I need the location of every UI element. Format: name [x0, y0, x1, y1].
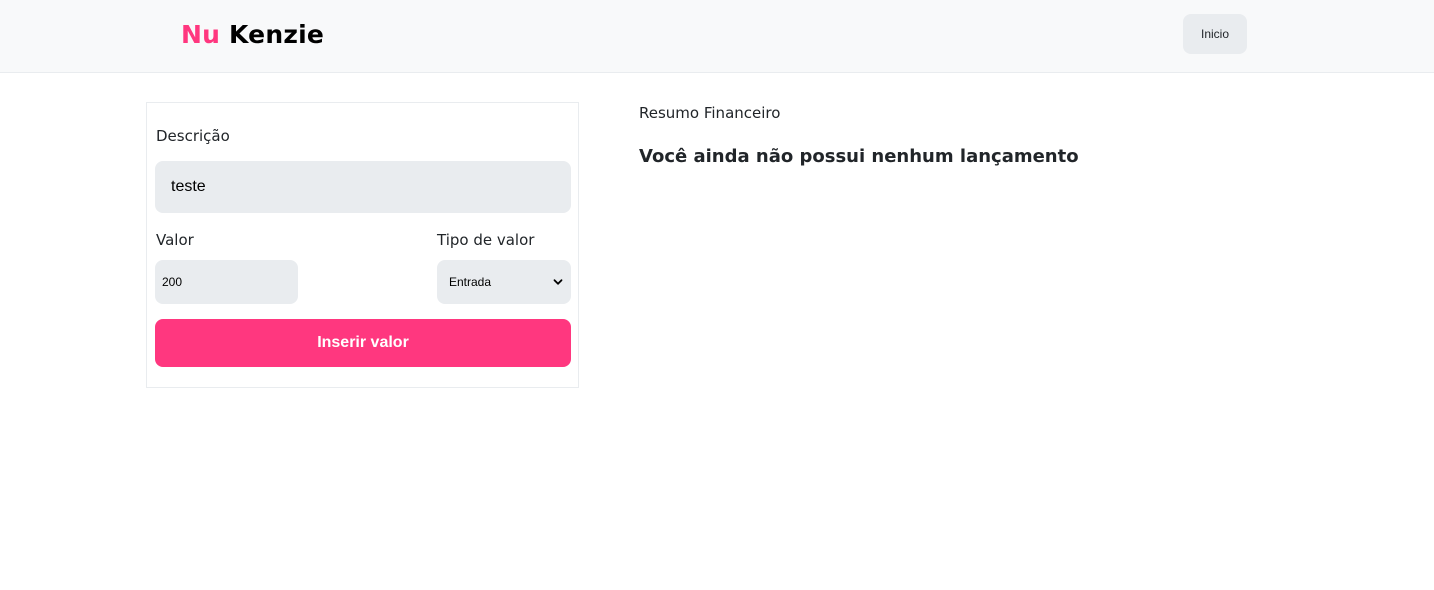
insert-value-button[interactable]: Inserir valor — [155, 319, 571, 367]
logo-kenzie: Kenzie — [229, 20, 324, 49]
empty-transactions-message: Você ainda não possui nenhum lançamento — [639, 146, 1079, 167]
value-input[interactable]: 200 — [155, 260, 298, 304]
top-navbar: Nu Kenzie Inicio — [0, 0, 1434, 73]
brand-logo: Nu Kenzie — [181, 20, 324, 49]
summary-title: Resumo Financeiro — [639, 104, 781, 122]
value-type-select[interactable]: Entrada — [437, 260, 571, 304]
entry-form: Descrição teste Valor Tipo de valor 200 … — [146, 102, 579, 388]
value-type-label: Tipo de valor — [437, 231, 535, 249]
logo-nu: Nu — [181, 20, 221, 49]
description-input[interactable]: teste — [155, 161, 571, 213]
value-label: Valor — [156, 231, 194, 249]
description-label: Descrição — [156, 127, 230, 145]
value-type-selected: Entrada — [449, 275, 492, 289]
chevron-down-icon — [553, 279, 563, 285]
home-button[interactable]: Inicio — [1183, 14, 1247, 54]
